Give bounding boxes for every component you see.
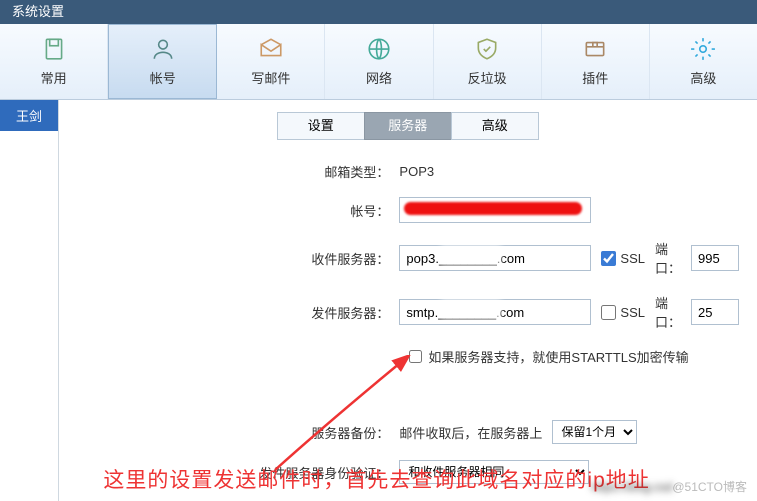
user-icon (150, 36, 176, 62)
starttls-label: 如果服务器支持，就使用STARTTLS加密传输 (428, 347, 688, 366)
toolbar-account-label: 帐号 (150, 68, 176, 87)
watermark: https://blog.csd@51CTO博客 (592, 478, 747, 495)
tab-advanced[interactable]: 高级 (451, 112, 539, 140)
incoming-port-label: 端口： (655, 239, 681, 277)
toolbar-antispam-label: 反垃圾 (468, 68, 507, 87)
account-redacted (399, 197, 591, 223)
drawer-icon (582, 36, 608, 62)
backup-text: 邮件收取后，在服务器上 (399, 423, 542, 442)
toolbar-compose[interactable]: 写邮件 (217, 24, 325, 99)
toolbar-compose-label: 写邮件 (251, 68, 290, 87)
compose-icon (258, 36, 284, 62)
shield-icon (474, 36, 500, 62)
incoming-label: 收件服务器： (59, 249, 399, 268)
mailbox-type-label: 邮箱类型： (59, 162, 399, 181)
account-label: 帐号： (59, 201, 399, 220)
backup-select[interactable]: 保留1个月 (552, 420, 637, 444)
incoming-ssl-checkbox[interactable]: SSL (601, 251, 645, 266)
tab-settings[interactable]: 设置 (277, 112, 365, 140)
content-panel: 设置 服务器 高级 邮箱类型： POP3 帐号： 收件服务器： SS (59, 100, 757, 501)
outgoing-port-label: 端口： (655, 293, 681, 331)
tab-bar: 设置 服务器 高级 (59, 112, 757, 140)
outgoing-port-input[interactable] (691, 299, 739, 325)
toolbar-antispam[interactable]: 反垃圾 (434, 24, 542, 99)
outgoing-label: 发件服务器： (59, 303, 399, 322)
toolbar-advanced[interactable]: 高级 (650, 24, 757, 99)
window-titlebar: 系统设置 (0, 0, 757, 24)
gear-icon (690, 36, 716, 62)
backup-label: 服务器备份： (59, 423, 399, 442)
toolbar-plugins[interactable]: 插件 (542, 24, 650, 99)
toolbar-common[interactable]: 常用 (0, 24, 108, 99)
account-sidebar: 王剑 (0, 100, 59, 501)
main-toolbar: 常用 帐号 写邮件 网络 反垃圾 插件 高级 (0, 24, 757, 100)
toolbar-plugins-label: 插件 (582, 68, 608, 87)
starttls-checkbox[interactable] (409, 350, 422, 363)
toolbar-common-label: 常用 (41, 68, 67, 87)
toolbar-advanced-label: 高级 (690, 68, 716, 87)
window-title: 系统设置 (12, 4, 64, 19)
toolbar-account[interactable]: 帐号 (108, 24, 217, 99)
mailbox-type-value: POP3 (399, 164, 739, 179)
server-form: 邮箱类型： POP3 帐号： 收件服务器： SSL 端口： (59, 162, 757, 484)
outgoing-ssl-checkbox[interactable]: SSL (601, 305, 645, 320)
sidebar-account-item[interactable]: 王剑 (0, 100, 58, 131)
globe-icon (366, 36, 392, 62)
save-icon (41, 36, 67, 62)
toolbar-network[interactable]: 网络 (325, 24, 433, 99)
tab-server[interactable]: 服务器 (364, 112, 452, 140)
incoming-port-input[interactable] (691, 245, 739, 271)
toolbar-network-label: 网络 (366, 68, 392, 87)
